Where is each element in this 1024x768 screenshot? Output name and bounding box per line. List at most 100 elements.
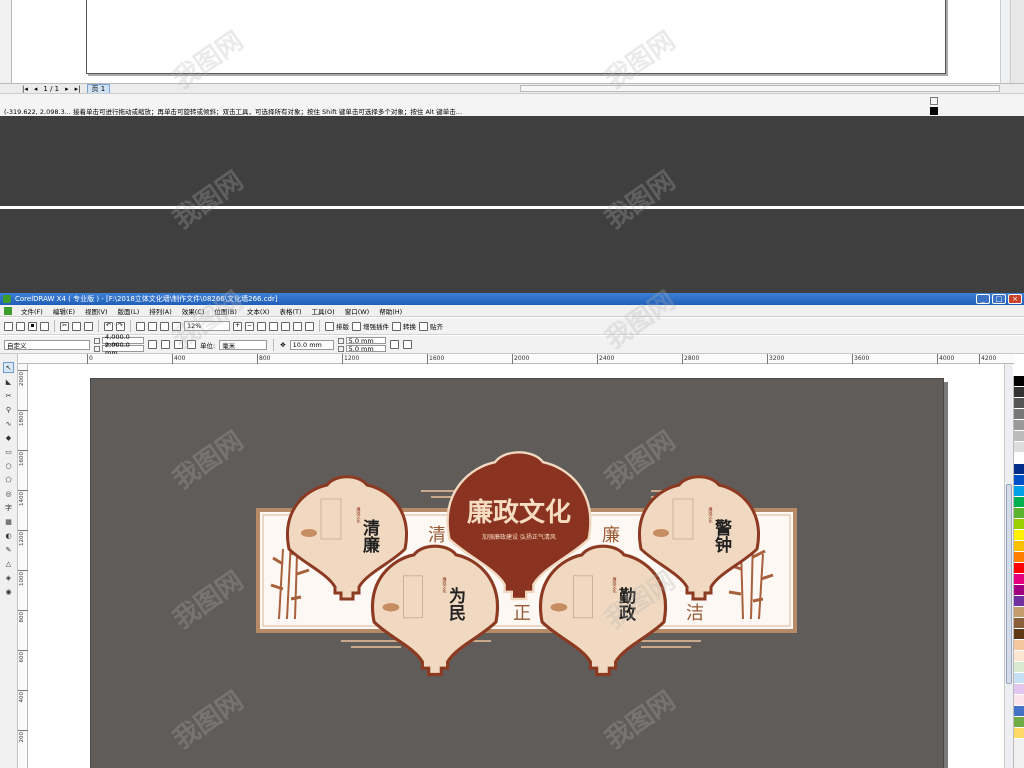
outline-tool-icon[interactable]: △ — [3, 558, 14, 569]
palette-swatch[interactable] — [1014, 596, 1024, 607]
page-tab[interactable]: 页 1 — [86, 83, 111, 94]
zoom-in-icon[interactable]: + — [233, 321, 242, 331]
basic-shapes-icon[interactable]: ◎ — [3, 488, 14, 499]
palette-swatch[interactable] — [1014, 717, 1024, 728]
maximize-button[interactable]: □ — [992, 294, 1006, 304]
palette-swatch[interactable] — [1014, 453, 1024, 464]
menu-help[interactable]: 帮助(H) — [374, 306, 407, 316]
menu-text[interactable]: 文本(X) — [242, 306, 275, 316]
color-palette-top[interactable] — [1010, 0, 1024, 84]
unit-select[interactable]: 毫米 — [219, 339, 268, 350]
current-page-icon[interactable] — [187, 340, 196, 349]
dup-x-field[interactable]: 5.0 mm — [345, 337, 386, 345]
rectangle-tool-icon[interactable]: ▭ — [3, 446, 14, 457]
zoom-selected-icon[interactable] — [257, 321, 266, 331]
crop-tool-icon[interactable]: ✂ — [3, 390, 14, 401]
vertical-ruler[interactable]: 2000 1800 1600 1400 1200 1000 800 600 40… — [18, 364, 28, 768]
cut-icon[interactable]: ✂ — [60, 321, 69, 331]
fill-tool-icon[interactable]: ◈ — [3, 572, 14, 583]
vertical-scrollbar-top[interactable] — [1000, 0, 1010, 84]
next-page-icon[interactable]: ▸ — [65, 85, 69, 93]
typeset-button[interactable]: 排版 — [325, 321, 349, 331]
palette-swatch[interactable] — [1014, 508, 1024, 519]
shape-tool-icon[interactable]: ◣ — [3, 376, 14, 387]
palette-swatch[interactable] — [1014, 409, 1024, 420]
palette-swatch[interactable] — [1014, 464, 1024, 475]
page-height-field[interactable]: 2,000.0 mm — [102, 341, 144, 357]
undo-icon[interactable]: ↶ — [104, 321, 113, 331]
minimize-button[interactable]: _ — [976, 294, 990, 304]
palette-swatch[interactable] — [1014, 618, 1024, 629]
palette-swatch[interactable] — [1014, 585, 1024, 596]
scroll-thumb[interactable] — [1006, 484, 1012, 684]
save-icon[interactable]: ▪ — [28, 321, 37, 331]
zoom-width-icon[interactable] — [293, 321, 302, 331]
menu-table[interactable]: 表格(T) — [274, 306, 306, 316]
drawing-canvas[interactable]: 廉政文化 加强廉政建设 弘扬正气清风 清廉 为民 勤政 警钟 廉政文化 廉政文化… — [28, 364, 1004, 768]
palette-swatch[interactable] — [1014, 552, 1024, 563]
palette-swatch[interactable] — [1014, 563, 1024, 574]
paste-icon[interactable] — [84, 321, 93, 331]
palette-swatch[interactable] — [1014, 519, 1024, 530]
palette-swatch[interactable] — [1014, 398, 1024, 409]
horizontal-ruler[interactable]: 0 400 800 1200 1600 2000 2400 2800 3200 … — [18, 354, 1014, 364]
palette-swatch[interactable] — [1014, 651, 1024, 662]
ellipse-tool-icon[interactable]: ○ — [3, 460, 14, 471]
palette-swatch[interactable] — [1014, 728, 1024, 739]
outline-swatch[interactable] — [930, 107, 938, 115]
zoom-all-icon[interactable] — [269, 321, 278, 331]
options-icon[interactable] — [402, 340, 412, 349]
document-icon[interactable] — [4, 306, 12, 315]
all-pages-icon[interactable] — [174, 340, 183, 349]
menu-bitmaps[interactable]: 位图(B) — [209, 306, 242, 316]
freehand-tool-icon[interactable]: ∿ — [3, 418, 14, 429]
new-file-icon[interactable] — [4, 321, 13, 331]
smart-fill-icon[interactable]: ◆ — [3, 432, 14, 443]
palette-swatch[interactable] — [1014, 706, 1024, 717]
polygon-tool-icon[interactable]: ⬠ — [3, 474, 14, 485]
treat-as-filled-icon[interactable] — [389, 340, 399, 349]
palette-swatch[interactable] — [1014, 673, 1024, 684]
prev-page-icon[interactable]: ◂ — [34, 85, 38, 93]
palette-swatch[interactable] — [1014, 376, 1024, 387]
palette-swatch[interactable] — [1014, 695, 1024, 706]
open-folder-icon[interactable] — [16, 321, 25, 331]
culture-wall-artwork[interactable]: 廉政文化 加强廉政建设 弘扬正气清风 清廉 为民 勤政 警钟 廉政文化 廉政文化… — [91, 379, 945, 768]
convert-button[interactable]: 转换 — [392, 321, 416, 331]
eyedropper-tool-icon[interactable]: ✎ — [3, 544, 14, 555]
vertical-scrollbar[interactable] — [1004, 364, 1013, 768]
launcher-icon[interactable] — [160, 321, 169, 331]
welcome-icon[interactable] — [172, 321, 181, 331]
menu-window[interactable]: 窗口(W) — [340, 306, 375, 316]
menu-edit[interactable]: 编辑(E) — [48, 306, 80, 316]
palette-swatch[interactable] — [1014, 442, 1024, 453]
dup-y-field[interactable]: 5.0 mm — [345, 345, 386, 353]
zoom-out-icon[interactable]: − — [245, 321, 254, 331]
zoom-page-icon[interactable] — [281, 321, 290, 331]
nudge-field[interactable]: 10.0 mm — [289, 339, 334, 350]
menu-tools[interactable]: 工具(O) — [307, 306, 340, 316]
menu-layout[interactable]: 版面(L) — [113, 306, 145, 316]
palette-swatch[interactable] — [1014, 640, 1024, 651]
menu-arrange[interactable]: 排列(A) — [144, 306, 177, 316]
pick-tool-icon[interactable]: ↖ — [3, 362, 14, 373]
first-page-icon[interactable]: |◂ — [22, 85, 28, 93]
palette-swatch[interactable] — [1014, 387, 1024, 398]
last-page-icon[interactable]: ▸| — [75, 85, 81, 93]
close-button[interactable]: × — [1008, 294, 1022, 304]
palette-swatch[interactable] — [1014, 684, 1024, 695]
redo-icon[interactable]: ↷ — [116, 321, 125, 331]
portrait-icon[interactable] — [148, 340, 157, 349]
menu-file[interactable]: 文件(F) — [16, 306, 48, 316]
horizontal-scrollbar[interactable] — [520, 85, 1000, 92]
zoom-level-field[interactable]: 12% — [184, 321, 230, 331]
print-icon[interactable] — [40, 321, 49, 331]
plugin-button[interactable]: 增强插件 — [352, 321, 389, 331]
palette-swatch[interactable] — [1014, 574, 1024, 585]
export-icon[interactable] — [148, 321, 157, 331]
landscape-icon[interactable] — [161, 340, 170, 349]
interactive-fill-icon[interactable]: ◉ — [3, 586, 14, 597]
palette-swatch[interactable] — [1014, 486, 1024, 497]
table-tool-icon[interactable]: ▦ — [3, 516, 14, 527]
palette-swatch[interactable] — [1014, 541, 1024, 552]
